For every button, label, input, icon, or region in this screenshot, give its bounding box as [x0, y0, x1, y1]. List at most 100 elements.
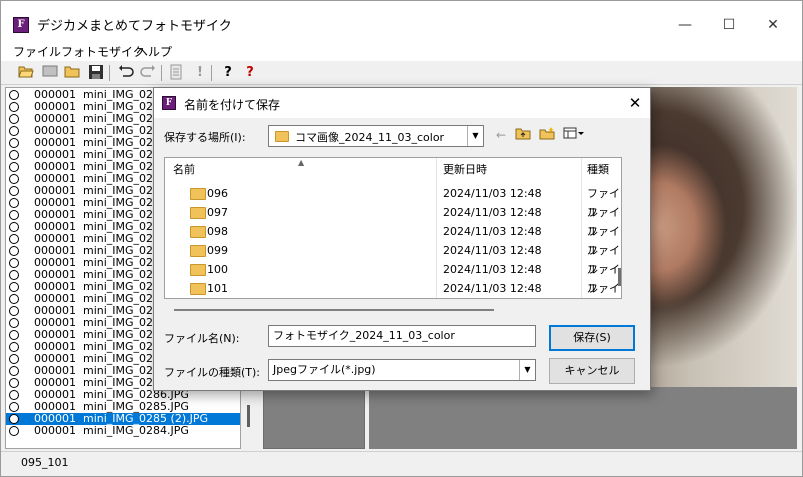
radio-button[interactable]: [9, 318, 19, 328]
look-in-select[interactable]: コマ画像_2024_11_03_color ▼: [268, 125, 484, 147]
menu-help[interactable]: ヘルプ: [136, 43, 172, 60]
radio-button[interactable]: [9, 366, 19, 376]
filetype-value: Jpegファイル(*.jpg): [273, 363, 376, 376]
filetype-select[interactable]: Jpegファイル(*.jpg) ▼: [268, 359, 536, 381]
folder-icon: [190, 245, 206, 257]
maximize-button[interactable]: ☐: [709, 9, 749, 41]
radio-button[interactable]: [9, 282, 19, 292]
folder-date: 2024/11/03 12:48: [443, 225, 542, 238]
list-item[interactable]: 000001 mini_IMG_0284.JPG: [6, 425, 240, 437]
folder-row[interactable]: 098 2024/11/03 12:48 ファイル: [165, 222, 621, 257]
open-folder-icon[interactable]: [17, 64, 35, 82]
radio-button[interactable]: [9, 162, 19, 172]
folder-name: 097: [207, 206, 228, 219]
list-item-filename: mini_IMG_0284.JPG: [83, 424, 189, 437]
folder-icon: [190, 283, 206, 295]
status-bar: 095_101: [1, 451, 802, 476]
folder-icon: [190, 188, 206, 200]
folder-row[interactable]: 100 2024/11/03 12:48 ファイル: [165, 260, 621, 295]
radio-button[interactable]: [9, 342, 19, 352]
close-button[interactable]: ✕: [753, 9, 793, 41]
document-icon[interactable]: [167, 64, 185, 82]
radio-button[interactable]: [9, 330, 19, 340]
column-header-type[interactable]: 種類: [587, 158, 609, 182]
sort-ascending-icon: ▲: [298, 158, 305, 167]
radio-button[interactable]: [9, 246, 19, 256]
radio-button[interactable]: [9, 234, 19, 244]
app-icon: F: [13, 17, 29, 33]
radio-button[interactable]: [9, 258, 19, 268]
up-folder-icon[interactable]: [514, 126, 532, 144]
folder-date: 2024/11/03 12:48: [443, 187, 542, 200]
undo-icon[interactable]: [117, 64, 135, 82]
radio-button[interactable]: [9, 294, 19, 304]
radio-button[interactable]: [9, 402, 19, 412]
save-button[interactable]: 保存(S): [549, 325, 635, 351]
folder-date: 2024/11/03 12:48: [443, 263, 542, 276]
radio-button[interactable]: [9, 138, 19, 148]
toolbar-separator: [161, 65, 162, 81]
folder-row[interactable]: 097 2024/11/03 12:48 ファイル: [165, 203, 621, 238]
column-header-date[interactable]: 更新日時: [443, 158, 487, 182]
radio-button[interactable]: [9, 210, 19, 220]
radio-button[interactable]: [9, 270, 19, 280]
dialog-file-list[interactable]: 名前 ▲ 更新日時 種類 096 2024/11/03 12:48 ファイル 097 2…: [164, 157, 622, 299]
folder-icon[interactable]: [63, 64, 81, 82]
dialog-title-bar[interactable]: F 名前を付けて保存 ✕: [154, 88, 650, 118]
radio-button[interactable]: [9, 174, 19, 184]
folder-date: 2024/11/03 12:48: [443, 282, 542, 295]
scrollbar-thumb[interactable]: [247, 405, 250, 427]
radio-button[interactable]: [9, 150, 19, 160]
radio-button[interactable]: [9, 354, 19, 364]
minimize-button[interactable]: —: [665, 9, 705, 41]
window-title: デジカメまとめてフォトモザイク: [37, 19, 232, 34]
dialog-close-button[interactable]: ✕: [624, 92, 646, 114]
scrollbar-thumb[interactable]: [174, 309, 494, 311]
menu-photomosaic[interactable]: フォトモザイク: [61, 43, 145, 60]
save-as-dialog: F 名前を付けて保存 ✕ 保存する場所(I): コマ画像_2024_11_03_…: [153, 87, 651, 391]
redo-icon[interactable]: [139, 64, 157, 82]
radio-button[interactable]: [9, 186, 19, 196]
view-menu-icon[interactable]: [562, 126, 586, 144]
folder-icon: [190, 226, 206, 238]
radio-button[interactable]: [9, 378, 19, 388]
dialog-title: 名前を付けて保存: [184, 98, 281, 112]
help-icon[interactable]: ?: [219, 64, 237, 82]
radio-button[interactable]: [9, 198, 19, 208]
toolbar: ! ? ?: [1, 61, 802, 85]
back-arrow-icon[interactable]: ←: [492, 126, 510, 144]
folder-name: 098: [207, 225, 228, 238]
folder-row[interactable]: 101 2024/11/03 12:48 ファイル: [165, 279, 621, 298]
title-bar[interactable]: F デジカメまとめてフォトモザイク — ☐ ✕: [1, 1, 802, 41]
radio-button[interactable]: [9, 426, 19, 436]
radio-button[interactable]: [9, 390, 19, 400]
menu-file[interactable]: ファイル: [13, 43, 61, 60]
radio-button[interactable]: [9, 126, 19, 136]
new-folder-icon[interactable]: [538, 126, 556, 144]
menu-bar: ファイル フォトモザイク ヘルプ: [1, 41, 802, 61]
radio-button[interactable]: [9, 114, 19, 124]
cancel-button[interactable]: キャンセル: [549, 358, 635, 384]
look-in-value: コマ画像_2024_11_03_color: [295, 131, 445, 144]
save-icon[interactable]: [87, 64, 105, 82]
filename-input[interactable]: フォトモザイク_2024_11_03_color: [268, 325, 536, 347]
filename-label: ファイル名(N):: [164, 332, 240, 345]
folder-row[interactable]: 096 2024/11/03 12:48 ファイル: [165, 184, 621, 219]
context-help-icon[interactable]: ?: [241, 64, 259, 82]
dialog-horizontal-scrollbar[interactable]: [164, 299, 622, 313]
chevron-down-icon[interactable]: ▼: [467, 126, 483, 146]
radio-button[interactable]: [9, 102, 19, 112]
folder-row[interactable]: 099 2024/11/03 12:48 ファイル: [165, 241, 621, 276]
alert-icon[interactable]: !: [191, 64, 209, 82]
toolbar-separator: [211, 65, 212, 81]
image-icon[interactable]: [41, 64, 59, 82]
dialog-vertical-scroll-thumb[interactable]: [618, 268, 621, 286]
radio-button[interactable]: [9, 414, 19, 424]
status-text: 095_101: [21, 456, 69, 469]
radio-button[interactable]: [9, 222, 19, 232]
radio-button[interactable]: [9, 306, 19, 316]
filetype-label: ファイルの種類(T):: [164, 366, 261, 379]
chevron-down-icon[interactable]: ▼: [519, 360, 535, 380]
radio-button[interactable]: [9, 90, 19, 100]
column-header-name[interactable]: 名前: [173, 158, 195, 182]
